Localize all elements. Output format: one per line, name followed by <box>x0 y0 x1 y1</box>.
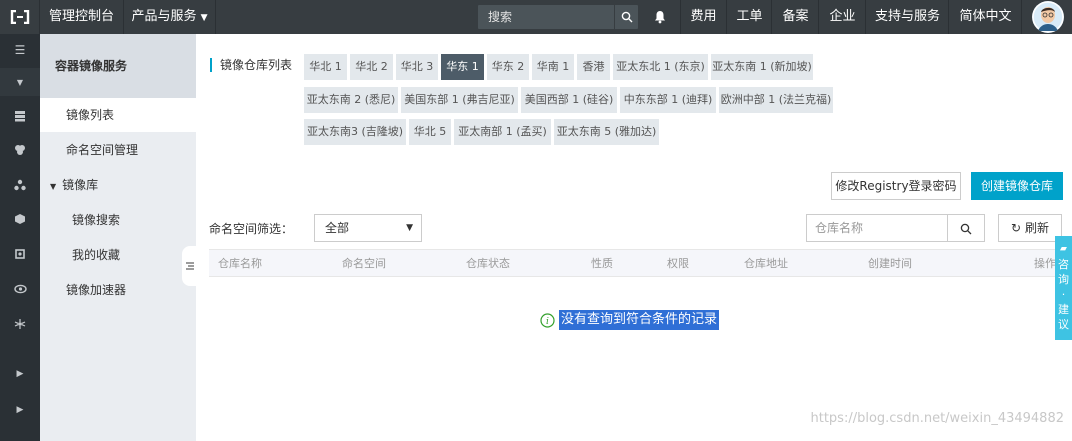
console-link[interactable]: 管理控制台 <box>40 0 124 34</box>
sidebar-item-image-list[interactable]: 镜像列表 <box>40 98 196 132</box>
column-header[interactable]: 性质 <box>591 250 613 277</box>
region-tab[interactable]: 亚太东南 2 (悉尼) <box>304 87 398 113</box>
empty-state: i 没有查询到符合条件的记录 <box>540 309 720 331</box>
page-title: 镜像仓库列表 <box>210 58 292 72</box>
region-tab[interactable]: 华北 5 <box>409 119 451 145</box>
nav-link-tickets[interactable]: 工单 <box>728 0 772 34</box>
search-icon <box>960 223 972 234</box>
caret-down-icon: ▼ <box>406 223 413 233</box>
refresh-label: 刷新 <box>1024 221 1049 235</box>
repo-search-button[interactable] <box>947 214 985 242</box>
repo-search-placeholder: 仓库名称 <box>815 221 864 235</box>
region-tab[interactable]: 中东东部 1 (迪拜) <box>620 87 716 113</box>
watermark: https://blog.csdn.net/weixin_43494882 <box>810 411 1064 426</box>
sidebar-title: 容器镜像服务 <box>40 34 196 98</box>
region-tab[interactable]: 华东 2 <box>487 54 529 80</box>
region-tab[interactable]: 亚太南部 1 (孟买) <box>454 119 551 145</box>
global-search-input[interactable]: 搜索 <box>488 5 512 29</box>
modify-registry-password-button[interactable]: 修改Registry登录密码 <box>831 172 961 200</box>
namespace-filter-select[interactable]: 全部 ▼ <box>314 214 422 242</box>
empty-message: 没有查询到符合条件的记录 <box>559 310 720 330</box>
server-icon[interactable] <box>10 106 30 126</box>
table-header: 仓库名称 命名空间 仓库状态 性质 权限 仓库地址 创建时间 操作 <box>209 249 1059 277</box>
network-icon[interactable] <box>10 314 30 334</box>
products-menu[interactable]: 产品与服务 ▼ <box>124 0 216 34</box>
region-tab[interactable]: 华北 3 <box>396 54 438 80</box>
top-bar: 管理控制台 产品与服务 ▼ 搜索 费用 工单 备案 企业 支持与服务 简体中文 <box>0 0 1072 34</box>
collapse-icon <box>186 262 194 270</box>
region-tab-active[interactable]: 华东 1 <box>441 54 484 80</box>
region-tab[interactable]: 华北 2 <box>350 54 393 80</box>
feedback-label: 咨询·建议 <box>1058 258 1069 331</box>
refresh-icon: ↻ <box>1011 221 1022 235</box>
caret-down-icon[interactable]: ▼ <box>10 72 30 92</box>
products-label: 产品与服务 <box>131 9 197 24</box>
column-header[interactable]: 仓库名称 <box>218 250 262 277</box>
column-header[interactable]: 创建时间 <box>868 250 912 277</box>
search-icon[interactable] <box>614 5 638 29</box>
region-tab[interactable]: 亚太东南3 (吉隆坡) <box>304 119 406 145</box>
namespace-filter-value: 全部 <box>325 221 350 235</box>
sidebar-item-image-search[interactable]: 镜像搜索 <box>40 203 196 237</box>
region-tab[interactable]: 欧洲中部 1 (法兰克福) <box>719 87 833 113</box>
region-tab[interactable]: 美国东部 1 (弗吉尼亚) <box>401 87 518 113</box>
region-tab[interactable]: 美国西部 1 (硅谷) <box>521 87 617 113</box>
expand-arrow-icon[interactable]: ▶ <box>10 364 30 384</box>
column-header[interactable]: 权限 <box>667 250 689 277</box>
menu-toggle-icon[interactable]: ☰ <box>10 40 30 60</box>
svg-text:i: i <box>546 317 549 327</box>
repo-search-input[interactable]: 仓库名称 <box>806 214 948 242</box>
global-search[interactable]: 搜索 <box>478 5 638 29</box>
chat-icon: ▰ <box>1060 244 1067 254</box>
sidebar-item-namespace-management[interactable]: 命名空间管理 <box>40 133 196 167</box>
region-tab[interactable]: 亚太东南 1 (新加坡) <box>711 54 813 80</box>
settings-icon[interactable] <box>10 244 30 264</box>
avatar[interactable] <box>1032 1 1064 33</box>
sidebar-item-image-accelerator[interactable]: 镜像加速器 <box>40 273 196 307</box>
info-icon: i <box>540 312 555 328</box>
nav-link-icp[interactable]: 备案 <box>773 0 819 34</box>
icon-nav: ☰ ▼ ▶ ▶ <box>0 34 40 441</box>
eye-icon[interactable] <box>10 279 30 299</box>
refresh-button[interactable]: ↻ 刷新 <box>998 214 1062 242</box>
cloud-icon[interactable] <box>10 140 30 160</box>
create-repo-button[interactable]: 创建镜像仓库 <box>971 172 1063 200</box>
column-header[interactable]: 命名空间 <box>342 250 386 277</box>
product-sidebar: 容器镜像服务 镜像列表 命名空间管理 ▼ 镜像库 镜像搜索 我的收藏 镜像加速器 <box>40 34 196 441</box>
box-icon[interactable] <box>10 209 30 229</box>
sidebar-item-image-repo[interactable]: ▼ 镜像库 <box>40 168 196 202</box>
column-header[interactable]: 仓库地址 <box>744 250 788 277</box>
caret-down-icon: ▼ <box>200 13 208 23</box>
region-tab[interactable]: 华北 1 <box>304 54 347 80</box>
region-tab[interactable]: 华南 1 <box>532 54 574 80</box>
cluster-icon[interactable] <box>10 175 30 195</box>
aliyun-logo-icon[interactable] <box>0 0 40 34</box>
region-tab[interactable]: 亚太东北 1 (东京) <box>613 54 708 80</box>
column-header[interactable]: 仓库状态 <box>466 250 510 277</box>
expand-arrow-icon[interactable]: ▶ <box>10 400 30 420</box>
sidebar-item-label: 镜像库 <box>62 178 99 192</box>
region-tab[interactable]: 亚太东南 5 (雅加达) <box>554 119 659 145</box>
feedback-tab[interactable]: ▰ 咨询·建议 <box>1055 236 1072 340</box>
nav-link-support[interactable]: 支持与服务 <box>867 0 949 34</box>
region-tab[interactable]: 香港 <box>577 54 610 80</box>
namespace-filter-label: 命名空间筛选： <box>209 222 294 236</box>
sidebar-item-favorites[interactable]: 我的收藏 <box>40 238 196 272</box>
nav-link-billing[interactable]: 费用 <box>681 0 727 34</box>
caret-down-icon: ▼ <box>50 182 57 191</box>
main-content: 镜像仓库列表 华北 1 华北 2 华北 3 华东 1 华东 2 华南 1 香港 … <box>196 34 1072 441</box>
bell-icon[interactable] <box>644 0 676 34</box>
nav-link-enterprise[interactable]: 企业 <box>820 0 866 34</box>
language-switch[interactable]: 简体中文 <box>950 0 1022 34</box>
column-header[interactable]: 操作 <box>1034 250 1056 277</box>
